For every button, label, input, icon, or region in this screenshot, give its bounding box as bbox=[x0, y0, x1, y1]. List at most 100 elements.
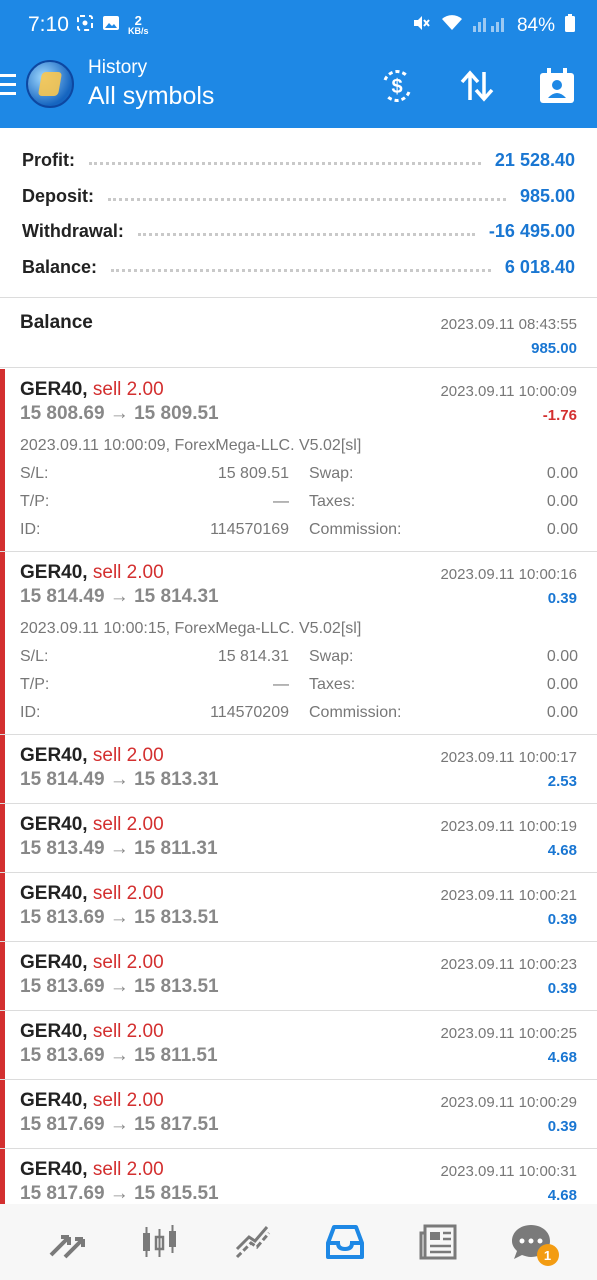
deal-side: sell 2.00 bbox=[92, 952, 164, 973]
id-label: ID: bbox=[20, 704, 41, 721]
deal-side: sell 2.00 bbox=[92, 379, 164, 400]
deal-title: GER40, sell 2.00 bbox=[20, 952, 164, 974]
balance-entry-amount: 985.00 bbox=[531, 340, 577, 357]
deal-title: GER40, sell 2.00 bbox=[20, 1090, 164, 1112]
divider-dots bbox=[137, 232, 475, 236]
deals-list: GER40, sell 2.00 15 808.69 → 15 809.51 2… bbox=[0, 369, 597, 1218]
sl-value: 15 814.31 bbox=[217, 648, 289, 665]
deal-price: 15 813.49 → 15 811.31 bbox=[20, 838, 218, 859]
deal-profit: 4.68 bbox=[547, 1049, 577, 1066]
deal-row[interactable]: GER40, sell 2.00 15 814.49 → 15 814.31 2… bbox=[0, 552, 597, 735]
deal-row[interactable]: GER40, sell 2.00 15 813.69 → 15 813.51 2… bbox=[0, 873, 597, 942]
deal-date: 2023.09.11 10:00:09 bbox=[440, 383, 577, 400]
battery-level: 84% bbox=[516, 15, 555, 36]
trade-icon[interactable] bbox=[228, 1218, 276, 1266]
sell-stripe bbox=[0, 735, 5, 803]
history-icon[interactable] bbox=[321, 1218, 369, 1266]
top-bar: 7:10 2 KB/s 84% History All symbols $ bbox=[0, 0, 597, 128]
taxes-value: 0.00 bbox=[546, 493, 578, 510]
deal-symbol: GER40, bbox=[20, 814, 88, 835]
sl-label: S/L: bbox=[20, 648, 49, 665]
commission-label: Commission: bbox=[309, 521, 402, 538]
news-icon[interactable] bbox=[414, 1218, 462, 1266]
currency-exchange-icon[interactable]: $ bbox=[377, 66, 417, 106]
symbol-filter[interactable]: All symbols bbox=[88, 80, 214, 112]
summary-deposit-row: Deposit: 985.00 bbox=[22, 181, 575, 211]
taxes-label: Taxes: bbox=[309, 493, 356, 510]
taxes-label: Taxes: bbox=[309, 676, 356, 693]
sell-stripe bbox=[0, 873, 5, 941]
deal-row[interactable]: GER40, sell 2.00 15 813.49 → 15 811.31 2… bbox=[0, 804, 597, 873]
tp-value: — bbox=[273, 676, 289, 693]
deal-title: GER40, sell 2.00 bbox=[20, 379, 164, 401]
app-title: History bbox=[88, 57, 148, 78]
deal-date: 2023.09.11 10:00:19 bbox=[440, 818, 577, 835]
summary-panel: Profit: 21 528.40 Deposit: 985.00 Withdr… bbox=[0, 128, 597, 298]
deal-symbol: GER40, bbox=[20, 1090, 88, 1111]
deal-profit: 0.39 bbox=[547, 1118, 577, 1135]
deal-symbol: GER40, bbox=[20, 883, 88, 904]
deal-side: sell 2.00 bbox=[92, 883, 164, 904]
chat-icon[interactable]: 1 bbox=[507, 1218, 559, 1266]
deposit-label: Deposit: bbox=[22, 185, 94, 206]
balance-value: 6 018.40 bbox=[504, 256, 575, 277]
network-speed: 2 KB/s bbox=[128, 14, 149, 36]
id-value: 114570169 bbox=[210, 521, 289, 538]
speed-unit: KB/s bbox=[128, 26, 149, 36]
deal-symbol: GER40, bbox=[20, 745, 88, 766]
deal-date: 2023.09.11 10:00:16 bbox=[440, 566, 577, 583]
sell-stripe bbox=[0, 552, 5, 734]
taxes-value: 0.00 bbox=[546, 676, 578, 693]
status-bar: 7:10 2 KB/s 84% bbox=[0, 0, 597, 52]
calendar-icon[interactable] bbox=[537, 66, 577, 106]
sort-icon[interactable] bbox=[457, 66, 497, 106]
divider-dots bbox=[111, 268, 491, 272]
details-row: T/P: — Taxes: 0.00 bbox=[20, 493, 578, 521]
sell-stripe bbox=[0, 942, 5, 1010]
divider-dots bbox=[89, 161, 481, 165]
tp-value: — bbox=[273, 493, 289, 510]
summary-balance-row: Balance: 6 018.40 bbox=[22, 252, 575, 282]
deal-profit: 0.39 bbox=[547, 590, 577, 607]
mute-icon bbox=[411, 13, 431, 39]
wifi-icon bbox=[441, 14, 463, 38]
tp-label: T/P: bbox=[20, 676, 50, 693]
sl-value: 15 809.51 bbox=[217, 465, 289, 482]
deal-side: sell 2.00 bbox=[92, 814, 164, 835]
divider-dots bbox=[108, 197, 506, 201]
swap-label: Swap: bbox=[309, 465, 354, 482]
quotes-icon[interactable] bbox=[42, 1218, 90, 1266]
deal-profit: 0.39 bbox=[547, 980, 577, 997]
deal-title: GER40, sell 2.00 bbox=[20, 1021, 164, 1043]
deal-symbol: GER40, bbox=[20, 952, 88, 973]
deal-row[interactable]: GER40, sell 2.00 15 813.69 → 15 813.51 2… bbox=[0, 942, 597, 1011]
balance-entry[interactable]: Balance 2023.09.11 08:43:55 985.00 bbox=[0, 298, 597, 368]
deal-row[interactable]: GER40, sell 2.00 15 808.69 → 15 809.51 2… bbox=[0, 369, 597, 552]
deal-date: 2023.09.11 10:00:25 bbox=[440, 1025, 577, 1042]
deal-date: 2023.09.11 10:00:31 bbox=[440, 1163, 577, 1180]
deal-details: S/L: 15 809.51 Swap: 0.00 T/P: — Taxes: … bbox=[20, 465, 578, 549]
withdrawal-value: -16 495.00 bbox=[488, 220, 575, 241]
swap-value: 0.00 bbox=[546, 465, 578, 482]
deal-date: 2023.09.11 10:00:23 bbox=[440, 956, 577, 973]
deal-row[interactable]: GER40, sell 2.00 15 813.69 → 15 811.51 2… bbox=[0, 1011, 597, 1080]
menu-icon[interactable] bbox=[0, 74, 16, 96]
deal-price: 15 813.69 → 15 811.51 bbox=[20, 1045, 218, 1066]
deal-profit: 0.39 bbox=[547, 911, 577, 928]
deal-price: 15 814.49 → 15 814.31 bbox=[20, 586, 219, 607]
deal-side: sell 2.00 bbox=[92, 1090, 164, 1111]
status-left-icons: 2 KB/s bbox=[76, 14, 149, 37]
deal-side: sell 2.00 bbox=[92, 1159, 164, 1180]
app-titles: History All symbols bbox=[88, 56, 214, 112]
deal-row[interactable]: GER40, sell 2.00 15 814.49 → 15 813.31 2… bbox=[0, 735, 597, 804]
swap-value: 0.00 bbox=[546, 648, 578, 665]
chart-icon[interactable] bbox=[135, 1218, 183, 1266]
profit-label: Profit: bbox=[22, 149, 75, 170]
tp-label: T/P: bbox=[20, 493, 50, 510]
deal-price: 15 813.69 → 15 813.51 bbox=[20, 976, 219, 997]
deal-title: GER40, sell 2.00 bbox=[20, 883, 164, 905]
deal-price: 15 814.49 → 15 813.31 bbox=[20, 769, 219, 790]
deal-row[interactable]: GER40, sell 2.00 15 817.69 → 15 817.51 2… bbox=[0, 1080, 597, 1149]
svg-text:$: $ bbox=[391, 76, 402, 98]
status-time: 7:10 bbox=[28, 13, 69, 36]
